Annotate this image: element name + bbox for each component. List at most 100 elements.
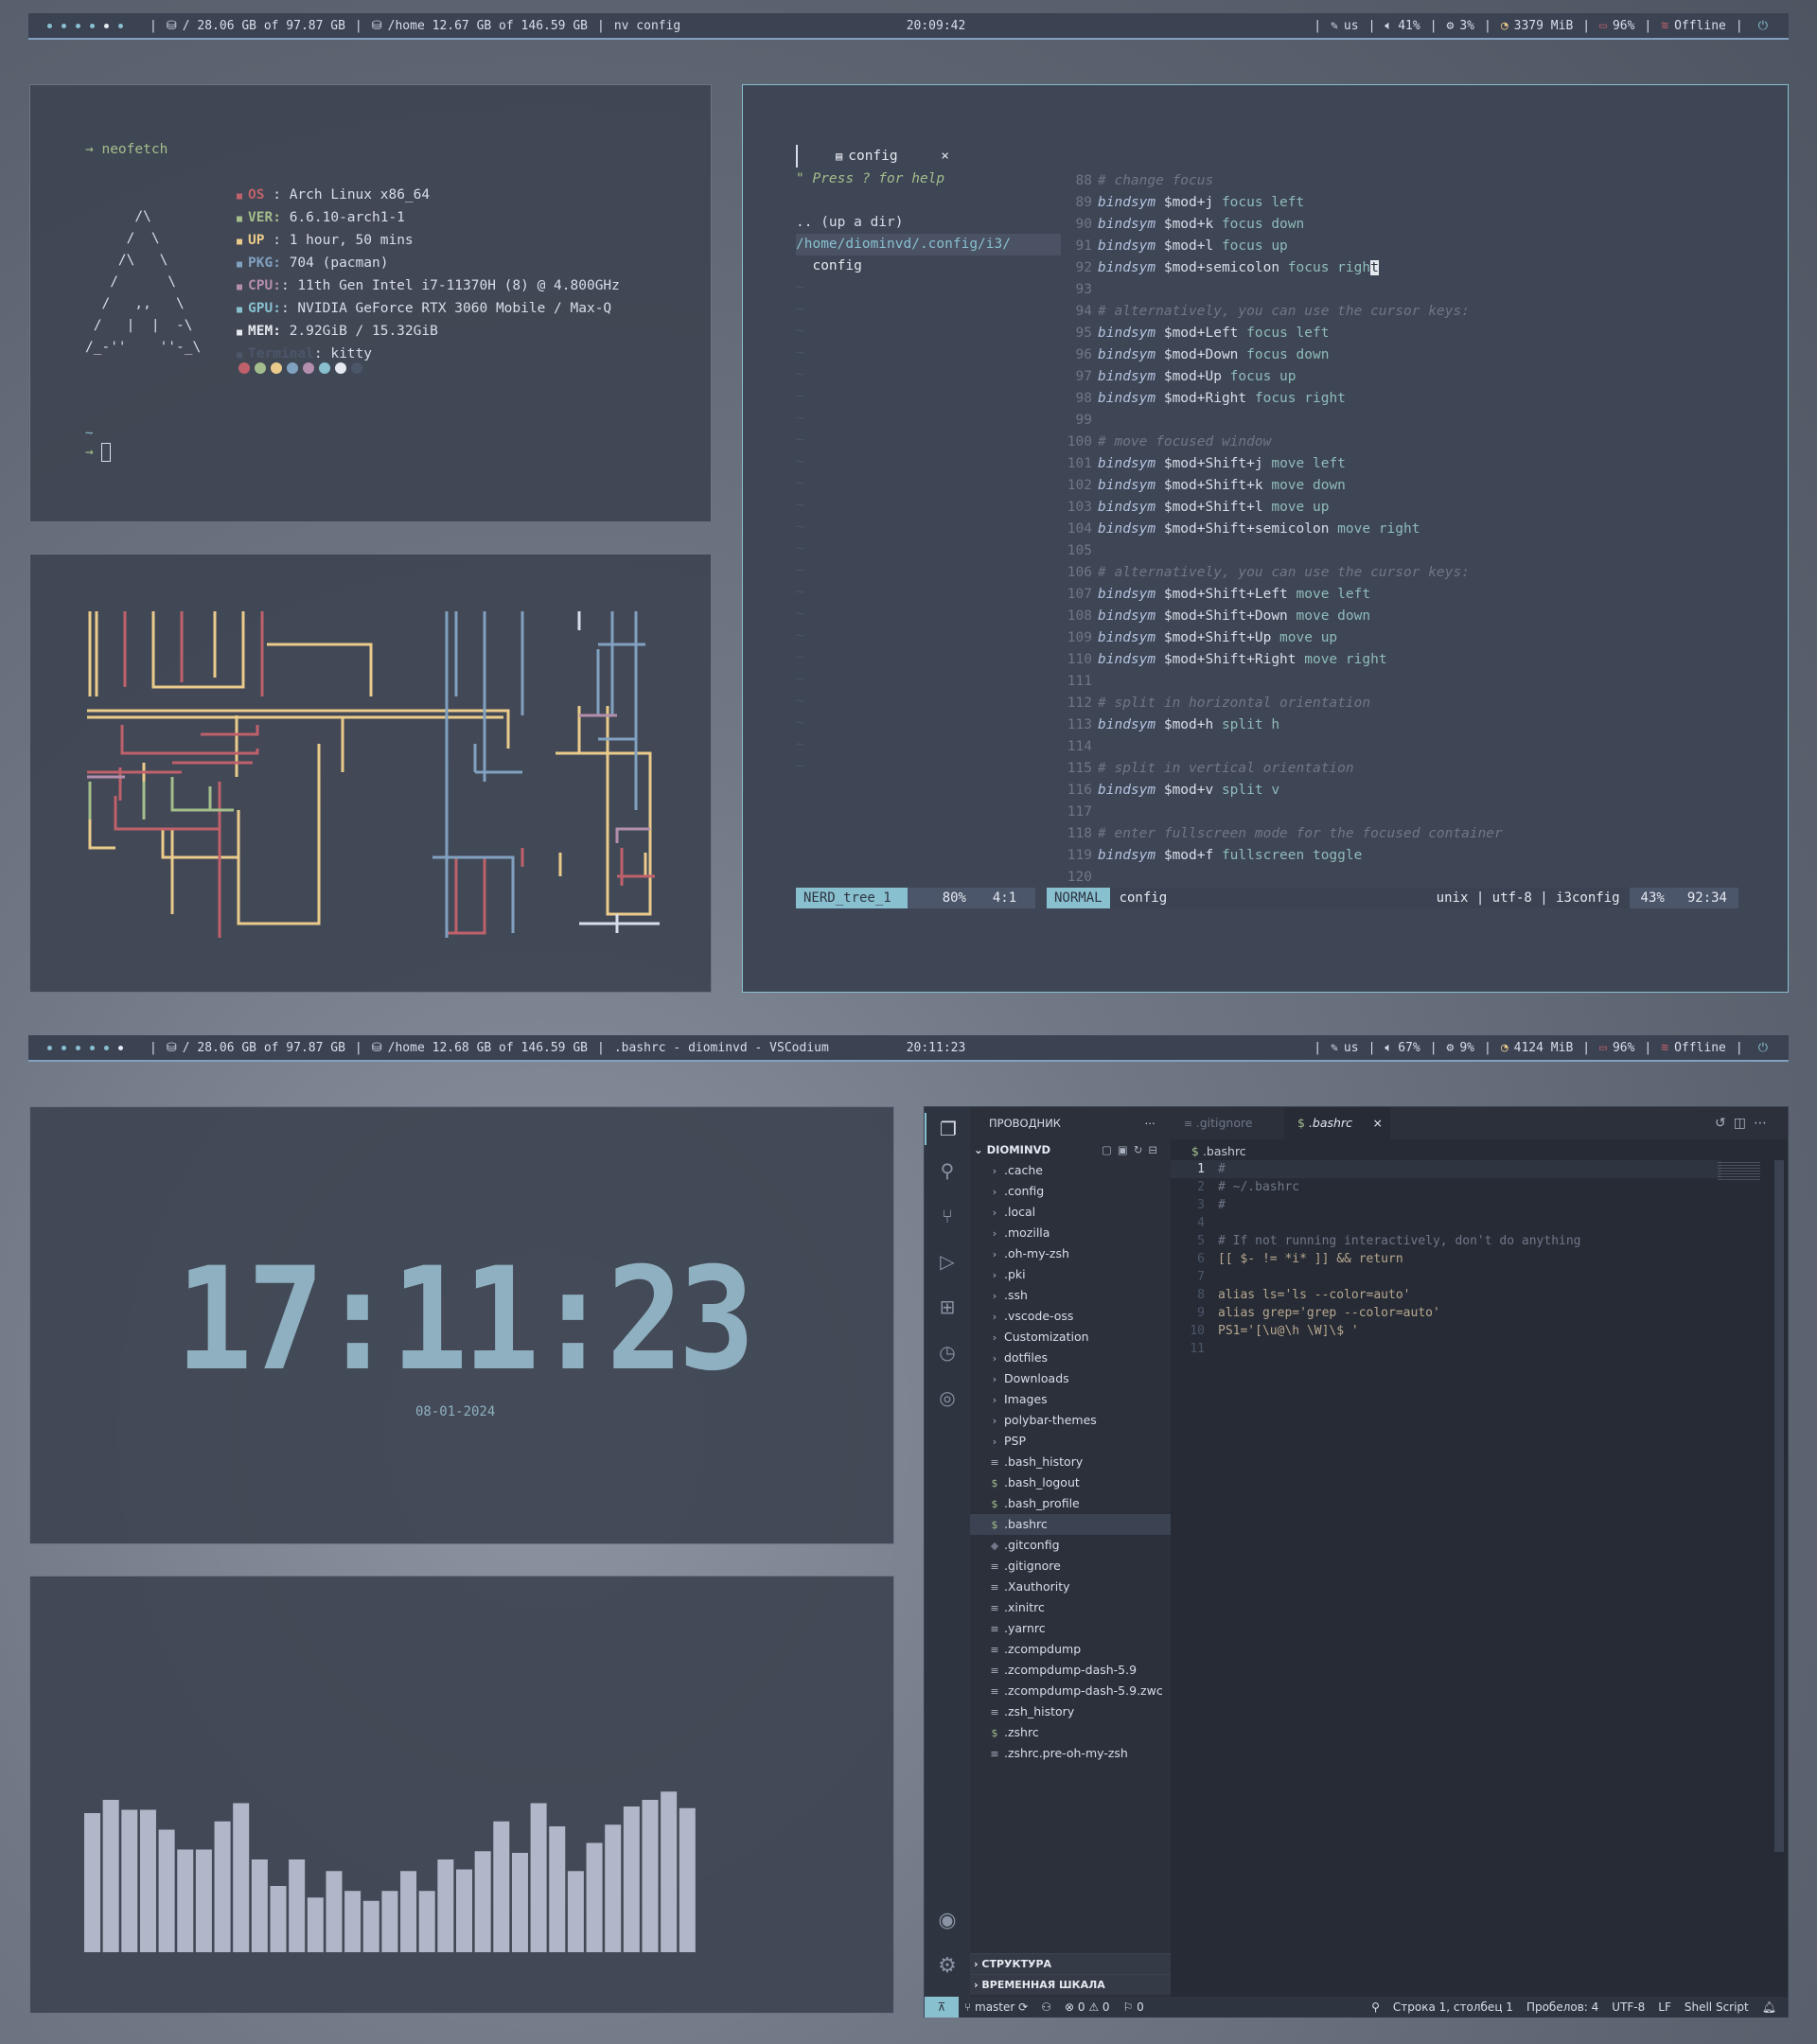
file-item[interactable]: ≡ .yarnrc	[970, 1618, 1171, 1639]
volume[interactable]: 🔈︎ 67%	[1385, 1041, 1420, 1055]
timeline-section[interactable]: › ВРЕМЕННАЯ ШКАЛА	[970, 1974, 1171, 1995]
explorer-root[interactable]: ⌄ DIOMINVD ▢▣↻⊟	[970, 1139, 1171, 1160]
file-item[interactable]: ◆ .gitconfig	[970, 1535, 1171, 1556]
terminal-neofetch[interactable]: → neofetch /\ / \ /\ \ / \ / ,, \ / | | …	[29, 84, 712, 522]
file-item[interactable]: ≡ .zcompdump	[970, 1639, 1171, 1660]
problems[interactable]: ⊗ 0 ⚠ 0	[1051, 2000, 1110, 2014]
tilde-marker: ~	[796, 280, 804, 295]
nerdtree-updir[interactable]: .. (up a dir)	[796, 212, 1061, 234]
key-combo: $mod+Shift+k	[1155, 478, 1263, 493]
ports[interactable]: ⚐ 0	[1110, 2000, 1144, 2014]
code-line: 105	[1066, 540, 1785, 562]
file-item[interactable]: $ .bash_logout	[970, 1472, 1171, 1493]
terminal-visualizer[interactable]	[29, 1576, 894, 2014]
code-buffer[interactable]: 88 # change focus 89 bindsym $mod+j focus l…	[1066, 170, 1785, 889]
file-item[interactable]: ≡ .Xauthority	[970, 1577, 1171, 1597]
keyboard-layout[interactable]: ✎ us	[1331, 1041, 1358, 1055]
battery-icon: ▭	[1599, 1040, 1607, 1055]
keyword: bindsym	[1098, 717, 1156, 732]
settings-gear-icon[interactable]: ⚙	[925, 1954, 970, 1978]
live-share-icon[interactable]: ⚇	[1028, 2000, 1051, 2014]
more-icon[interactable]: ⋯	[1145, 1107, 1156, 1139]
source-control-icon[interactable]: ⑂	[925, 1205, 970, 1227]
notifications-bell-icon[interactable]: 🔔︎	[1762, 2000, 1788, 2014]
folder-item[interactable]: › .local	[970, 1202, 1171, 1223]
folder-item[interactable]: › polybar-themes	[970, 1410, 1171, 1431]
action: move up	[1271, 630, 1338, 645]
tab-bashrc[interactable]: $ .bashrc ×	[1284, 1107, 1390, 1139]
nerdtree-root[interactable]: /home/diominvd/.config/i3/	[796, 234, 1061, 256]
extensions-icon[interactable]: ⊞	[925, 1295, 970, 1318]
outline-section[interactable]: › СТРУКТУРА	[970, 1953, 1171, 1974]
folder-item[interactable]: › .config	[970, 1181, 1171, 1202]
file-item[interactable]: ≡ .gitignore	[970, 1556, 1171, 1577]
folder-item[interactable]: › Downloads	[970, 1368, 1171, 1389]
editor-actions[interactable]: ↺◫⋯	[1715, 1107, 1774, 1139]
run-debug-icon[interactable]: ▷	[925, 1250, 970, 1273]
close-icon[interactable]: ×	[941, 149, 949, 164]
folder-item[interactable]: › .vscode-oss	[970, 1306, 1171, 1327]
keyboard-layout[interactable]: ✎ us	[1331, 19, 1358, 33]
power-icon[interactable]: ⏻	[1753, 1041, 1768, 1055]
file-item[interactable]: $ .zshrc	[970, 1722, 1171, 1743]
git-branch[interactable]: ⑂ master ⟳	[959, 2000, 1028, 2014]
folder-item[interactable]: › Images	[970, 1389, 1171, 1410]
encoding[interactable]: UTF-8	[1612, 2000, 1658, 2014]
file-item[interactable]: $ .bash_profile	[970, 1493, 1171, 1514]
folder-item[interactable]: › .ssh	[970, 1285, 1171, 1306]
cursor-position[interactable]: Строка 1, столбец 1	[1393, 2000, 1526, 2014]
file-item[interactable]: ≡ .zshrc.pre-oh-my-zsh	[970, 1743, 1171, 1764]
tab-gitignore[interactable]: ≡ .gitignore	[1171, 1107, 1284, 1139]
file-item[interactable]: $ .bashrc	[970, 1514, 1171, 1535]
volume[interactable]: 🔈︎ 41%	[1385, 19, 1420, 33]
file-item[interactable]: ≡ .bash_history	[970, 1452, 1171, 1472]
vscodium-window[interactable]: ❐ ⚲ ⑂ ▷ ⊞ ◷ ◎ ◉ ⚙ ПРОВОДНИК ⋯ ⌄ DIOMINVD …	[924, 1106, 1789, 2018]
folder-item[interactable]: › .oh-my-zsh	[970, 1243, 1171, 1264]
workspaces[interactable]	[28, 1045, 140, 1050]
editor[interactable]: 1 #2 # ~/.bashrc 3 #4 5 # If not running inter…	[1171, 1160, 1757, 1358]
file-icon: ≡	[990, 1665, 999, 1677]
nvim-tab[interactable]: ▤ config ×	[796, 145, 957, 167]
nerdtree[interactable]: " Press ? for help .. (up a dir) /home/d…	[796, 168, 1061, 778]
search-icon[interactable]: ⚲	[925, 1159, 970, 1182]
account-icon[interactable]: ◉	[925, 1909, 970, 1932]
file-item[interactable]: ≡ .zsh_history	[970, 1701, 1171, 1722]
nvim-window[interactable]: ▤ config × " Press ? for help .. (up a di…	[742, 84, 1789, 993]
nerdtree-file[interactable]: config	[796, 256, 1061, 277]
network[interactable]: ≋ Offline	[1661, 1041, 1726, 1055]
remote-icon[interactable]: ◎	[925, 1386, 970, 1409]
feedback-icon[interactable]: ⚲	[1371, 2000, 1393, 2014]
folder-item[interactable]: › .pki	[970, 1264, 1171, 1285]
file-name: .gitconfig	[1004, 1538, 1060, 1552]
terminal-clock[interactable]: 17:11:23 08-01-2024	[29, 1106, 894, 1544]
explorer-actions[interactable]: ▢▣↻⊟	[1102, 1139, 1163, 1160]
folder-item[interactable]: › .cache	[970, 1160, 1171, 1181]
prompt[interactable]: →	[85, 443, 112, 462]
power-icon[interactable]: ⏻	[1753, 19, 1768, 33]
workspaces[interactable]	[28, 23, 140, 28]
timeline-icon[interactable]: ◷	[925, 1341, 970, 1364]
language-mode[interactable]: Shell Script	[1685, 2000, 1762, 2014]
remote-indicator-icon[interactable]: ⊼	[925, 1997, 959, 2018]
scrollbar[interactable]	[1774, 1160, 1784, 1852]
folder-item[interactable]: › PSP	[970, 1431, 1171, 1452]
color-swatch	[351, 362, 362, 374]
file-item[interactable]: ≡ .zcompdump-dash-5.9	[970, 1660, 1171, 1681]
info-row: ■ MEM: 2.92GiB / 15.32GiB	[237, 321, 620, 344]
visualizer-bar	[511, 1853, 528, 1952]
file-item[interactable]: ≡ .xinitrc	[970, 1597, 1171, 1618]
network[interactable]: ≋ Offline	[1661, 19, 1726, 33]
close-icon[interactable]: ×	[1373, 1107, 1383, 1139]
end-of-line[interactable]: LF	[1658, 2000, 1685, 2014]
terminal-pipes[interactable]	[29, 554, 712, 993]
line-number: 97	[1075, 369, 1092, 384]
files-icon[interactable]: ❐	[925, 1113, 970, 1145]
breadcrumb[interactable]: $ .bashrc	[1191, 1141, 1246, 1162]
indentation[interactable]: Пробелов: 4	[1526, 2000, 1612, 2014]
keyword: bindsym	[1098, 500, 1156, 515]
folder-item[interactable]: › Customization	[970, 1327, 1171, 1348]
file-item[interactable]: ≡ .zcompdump-dash-5.9.zwc	[970, 1681, 1171, 1701]
folder-item[interactable]: › dotfiles	[970, 1348, 1171, 1368]
drive-icon: ⛁	[166, 1040, 177, 1055]
folder-item[interactable]: › .mozilla	[970, 1223, 1171, 1243]
